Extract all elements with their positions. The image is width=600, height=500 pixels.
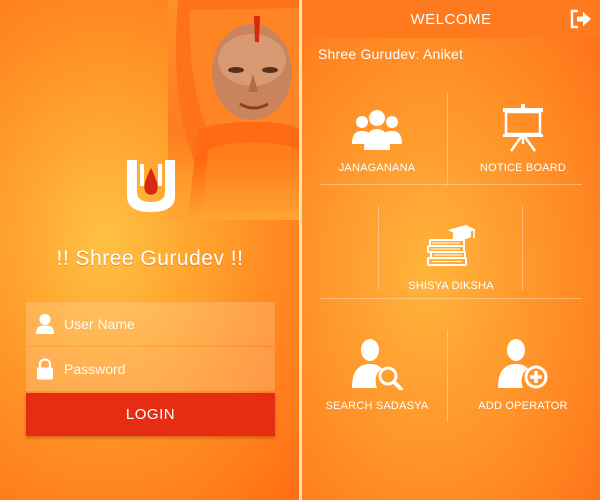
portrait-fade: [168, 160, 300, 220]
top-bar: WELCOME: [302, 0, 600, 38]
login-button[interactable]: LOGIN: [26, 393, 275, 436]
screen-title: WELCOME: [410, 10, 492, 28]
logout-icon[interactable]: [570, 9, 592, 29]
people-group-icon: [350, 96, 404, 152]
tile-notice-board[interactable]: NOTICE BOARD: [450, 96, 596, 196]
tilak-logo: [124, 158, 178, 214]
user-search-icon: [350, 334, 404, 390]
books-graduation-cap-icon: [426, 214, 476, 270]
username-input[interactable]: [64, 302, 275, 346]
tile-label: SEARCH SADASYA: [325, 400, 429, 412]
presentation-board-icon: [501, 96, 545, 152]
user-greeting: Shree Gurudev: Aniket: [318, 46, 464, 62]
tile-janaganana[interactable]: JANAGANANA: [304, 96, 450, 196]
app-title: !! Shree Gurudev !!: [56, 247, 244, 270]
login-screen: !! Shree Gurudev !! LOGIN: [0, 0, 300, 500]
user-add-icon: [496, 334, 550, 390]
password-input[interactable]: [64, 347, 275, 391]
username-field[interactable]: [26, 302, 275, 346]
user-icon: [26, 302, 64, 346]
welcome-screen: WELCOME Shree Gurudev: Aniket JANAGANANA: [302, 0, 600, 500]
tile-shisya-diksha[interactable]: SHISYA DIKSHA: [378, 214, 524, 314]
lock-icon: [26, 347, 64, 391]
tile-label: SHISYA DIKSHA: [408, 280, 494, 292]
password-field[interactable]: [26, 347, 275, 391]
tile-add-operator[interactable]: ADD OPERATOR: [450, 334, 596, 434]
tile-search-sadasya[interactable]: SEARCH SADASYA: [304, 334, 450, 434]
tile-label: ADD OPERATOR: [478, 400, 568, 412]
tile-label: NOTICE BOARD: [479, 162, 567, 174]
tile-label: JANAGANANA: [338, 162, 416, 174]
